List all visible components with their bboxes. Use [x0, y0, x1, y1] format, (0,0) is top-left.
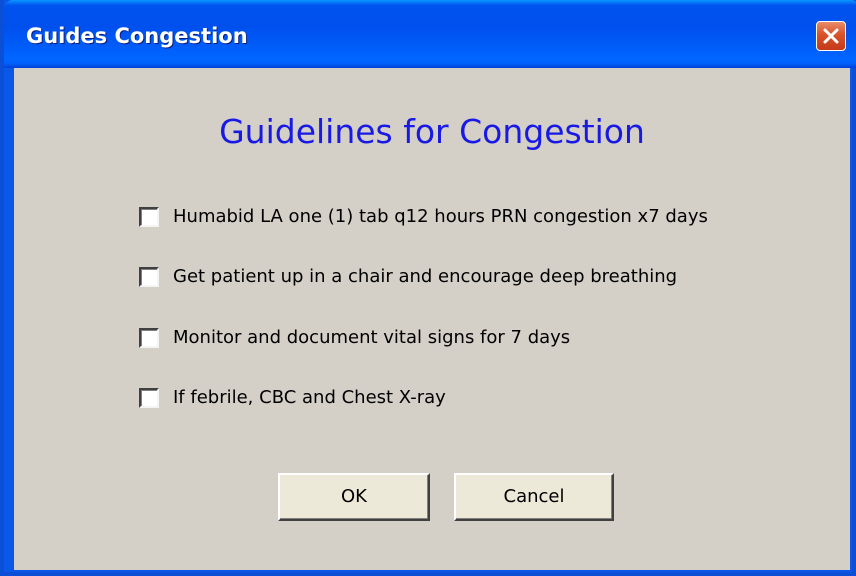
page-title: Guidelines for Congestion: [219, 112, 645, 151]
checkbox[interactable]: [139, 388, 159, 408]
option-label: Humabid LA one (1) tab q12 hours PRN con…: [173, 206, 708, 227]
window-title: Guides Congestion: [26, 24, 248, 48]
option-label: If febrile, CBC and Chest X-ray: [173, 387, 446, 408]
close-icon: [823, 28, 839, 44]
cancel-button[interactable]: Cancel: [454, 473, 614, 521]
option-label: Get patient up in a chair and encourage …: [173, 266, 678, 287]
option-label: Monitor and document vital signs for 7 d…: [173, 327, 571, 348]
dialog-body: Guidelines for Congestion Humabid LA one…: [14, 68, 850, 570]
dialog-window: Guides Congestion Guidelines for Congest…: [0, 0, 856, 576]
close-button[interactable]: [816, 21, 846, 51]
checkbox[interactable]: [139, 267, 159, 287]
title-bar[interactable]: Guides Congestion: [4, 0, 856, 68]
checkbox[interactable]: [139, 207, 159, 227]
checkbox[interactable]: [139, 328, 159, 348]
ok-button[interactable]: OK: [278, 473, 430, 521]
